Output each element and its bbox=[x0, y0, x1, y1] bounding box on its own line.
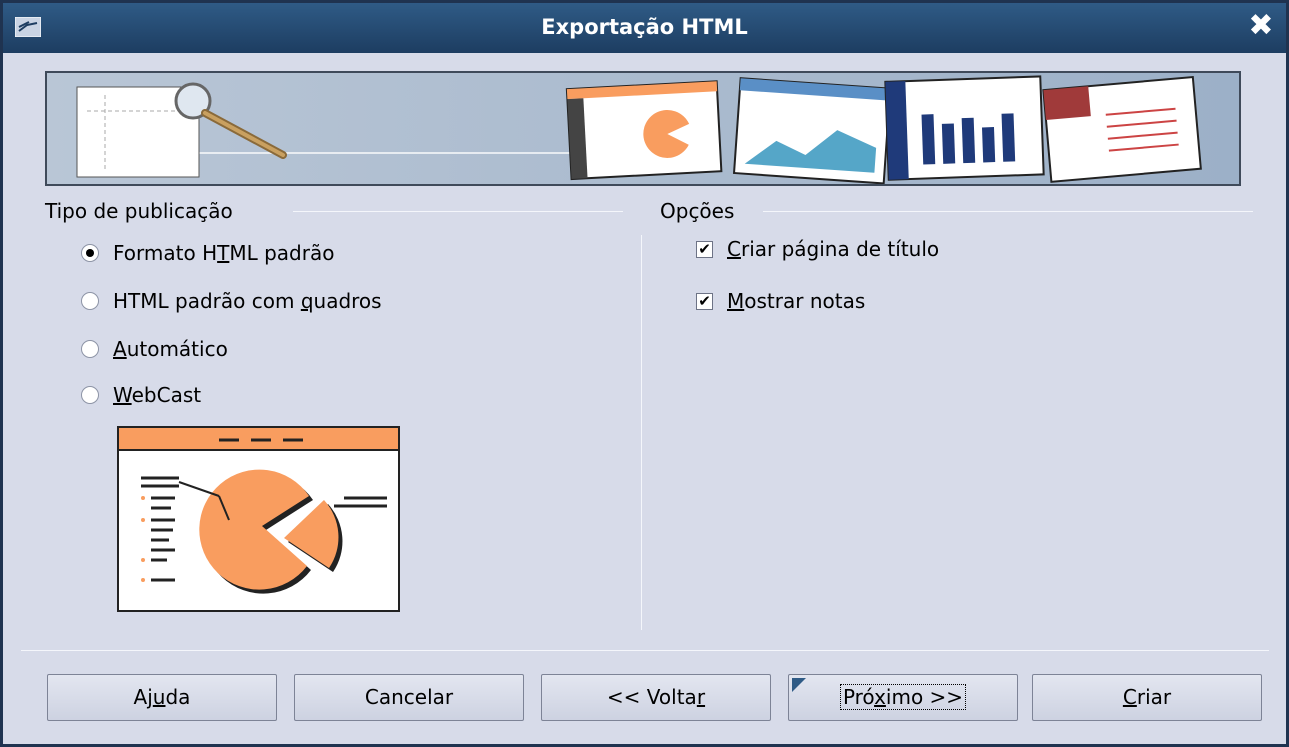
radio-html-frames[interactable]: HTML padrão com quadros bbox=[81, 289, 382, 313]
radio-label: HTML padrão com quadros bbox=[113, 289, 382, 313]
pie-chart-preview-icon bbox=[119, 428, 398, 594]
create-button[interactable]: Criar bbox=[1032, 674, 1262, 721]
options-label: Opções bbox=[660, 199, 735, 223]
radio-button[interactable] bbox=[81, 386, 99, 404]
banner-illustration bbox=[76, 75, 1202, 184]
close-icon[interactable]: ✖ bbox=[1246, 11, 1276, 41]
radio-button[interactable] bbox=[81, 340, 99, 358]
window-menu-icon[interactable] bbox=[15, 17, 41, 37]
column-divider bbox=[641, 235, 642, 630]
cancel-button[interactable]: Cancelar bbox=[294, 674, 524, 721]
back-button[interactable]: << Voltar bbox=[541, 674, 771, 721]
checkbox-label: Mostrar notas bbox=[727, 289, 866, 313]
radio-label: Formato HTML padrão bbox=[113, 241, 335, 265]
default-button-indicator bbox=[792, 678, 806, 692]
title-bar[interactable]: Exportação HTML ✖ bbox=[3, 3, 1286, 53]
options-divider bbox=[763, 211, 1253, 212]
checkbox[interactable]: ✔ bbox=[696, 240, 713, 258]
window-title: Exportação HTML bbox=[541, 15, 748, 39]
next-button[interactable]: Próximo >> bbox=[788, 674, 1018, 721]
radio-button[interactable] bbox=[81, 244, 99, 262]
button-bar-divider bbox=[21, 650, 1269, 651]
checkbox-show-notes[interactable]: ✔ Mostrar notas bbox=[696, 289, 865, 313]
radio-button[interactable] bbox=[81, 292, 99, 310]
checkbox-create-title-page[interactable]: ✔ Criar página de título bbox=[696, 237, 939, 261]
checkbox[interactable]: ✔ bbox=[696, 292, 713, 310]
format-preview-image bbox=[117, 426, 400, 612]
radio-webcast[interactable]: WebCast bbox=[81, 383, 201, 407]
radio-label: WebCast bbox=[113, 383, 202, 407]
radio-label: Automático bbox=[113, 337, 228, 361]
wizard-banner bbox=[45, 71, 1241, 186]
radio-standard-html[interactable]: Formato HTML padrão bbox=[81, 241, 334, 265]
publication-type-divider bbox=[293, 211, 623, 212]
radio-automatic[interactable]: Automático bbox=[81, 337, 228, 361]
export-html-dialog: Exportação HTML ✖ Tipo de publicação For… bbox=[0, 0, 1289, 747]
publication-type-label: Tipo de publicação bbox=[45, 199, 233, 223]
help-button[interactable]: Ajuda bbox=[47, 674, 277, 721]
checkbox-label: Criar página de título bbox=[727, 237, 940, 261]
